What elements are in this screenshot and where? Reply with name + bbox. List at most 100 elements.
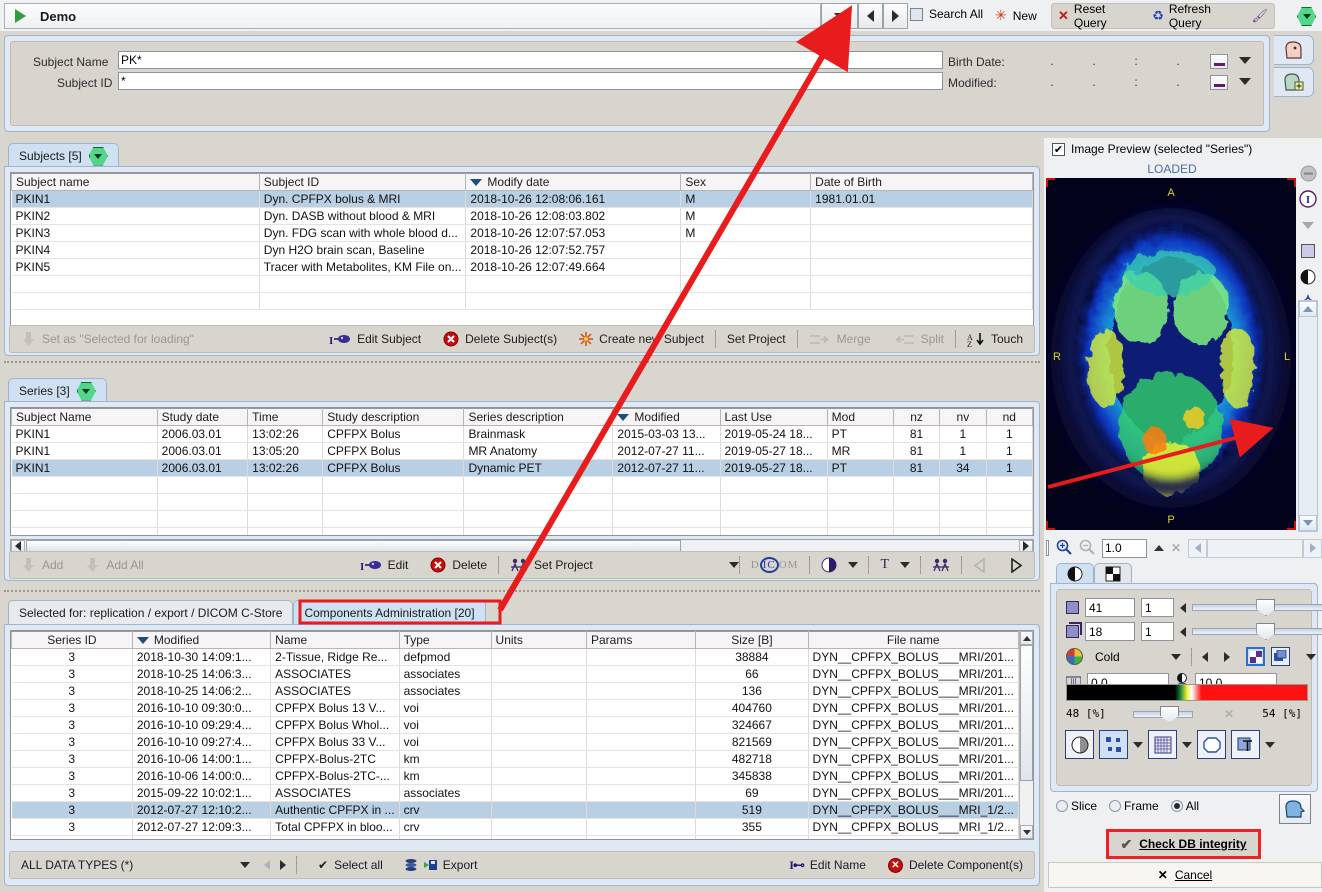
green-hex-dropdown-icon[interactable] bbox=[76, 381, 96, 401]
table-row[interactable]: PKIN3 Dyn. FDG scan with whole blood d...… bbox=[11, 224, 1033, 242]
create-new-subject-button[interactable]: Create new Subject bbox=[568, 332, 715, 346]
palette-name[interactable]: Cold bbox=[1089, 650, 1165, 664]
column-header-modified[interactable]: Modified bbox=[612, 408, 721, 426]
search-all-checkbox[interactable]: Search All bbox=[910, 7, 983, 21]
palette-prev-icon[interactable] bbox=[1202, 651, 1208, 662]
chevron-down-icon[interactable] bbox=[240, 862, 250, 868]
slice-slider[interactable] bbox=[1192, 599, 1322, 616]
column-header-params[interactable]: Params bbox=[585, 631, 697, 649]
green-hex-dropdown-icon[interactable] bbox=[88, 146, 108, 166]
slice-decrement-icon[interactable] bbox=[1180, 602, 1186, 613]
check-db-integrity-button[interactable]: ✔ Check DB integrity bbox=[1106, 829, 1261, 859]
column-header-date-of-birth[interactable]: Date of Birth bbox=[810, 173, 1033, 191]
column-header-time[interactable]: Time bbox=[247, 408, 324, 426]
column-header-subject-id[interactable]: Subject ID bbox=[258, 173, 467, 191]
column-header-last-use[interactable]: Last Use bbox=[719, 408, 828, 426]
table-row[interactable]: PKIN4 Dyn H2O brain scan, Baseline 2018-10… bbox=[11, 241, 1033, 259]
zoom-value-input[interactable] bbox=[1101, 538, 1147, 558]
text-button[interactable]: T bbox=[869, 557, 900, 573]
preview-vertical-scrollbar[interactable] bbox=[1298, 300, 1318, 532]
nav-prev-button[interactable] bbox=[858, 3, 883, 29]
column-header-modified[interactable]: Modified bbox=[131, 631, 272, 649]
color-scale-bar[interactable] bbox=[1066, 684, 1308, 701]
birth-date-calendar-button[interactable] bbox=[1210, 54, 1228, 69]
export-button[interactable]: Export bbox=[394, 857, 489, 873]
table-row[interactable]: 32012-07-27 11:38:0...image_1imagekBq/cm… bbox=[11, 835, 1020, 839]
frame-value-input[interactable] bbox=[1085, 622, 1135, 641]
cancel-button[interactable]: ✕ Cancel bbox=[1048, 862, 1322, 888]
page-next-button[interactable] bbox=[1303, 538, 1322, 558]
contrast-dropdown-icon[interactable] bbox=[848, 562, 859, 568]
refresh-query-label[interactable]: Refresh Query bbox=[1169, 2, 1242, 30]
components-vertical-scrollbar[interactable] bbox=[1019, 631, 1033, 839]
head-profile-tab[interactable] bbox=[1274, 35, 1314, 65]
modified-date-fields[interactable]: ..:.. bbox=[1041, 75, 1231, 89]
new-button[interactable]: ✳ New bbox=[995, 7, 1037, 24]
head-add-tab[interactable] bbox=[1274, 67, 1314, 97]
frame-slider[interactable] bbox=[1192, 623, 1322, 640]
column-header-units[interactable]: Units bbox=[490, 631, 587, 649]
tab-subjects[interactable]: Subjects [5] bbox=[8, 143, 119, 168]
brush-icon[interactable]: 🖌 bbox=[1251, 8, 1268, 24]
table-row[interactable]: 3 2015-09-22 10:02:1... ASSOCIATES associat… bbox=[11, 784, 1020, 802]
subjects-table-container[interactable]: Subject name Subject ID Modify date Sex Date… bbox=[10, 172, 1034, 350]
table-row[interactable]: PKIN1 2006.03.01 13:02:26 CPFPX Bolus Brainm… bbox=[11, 425, 1033, 443]
table-row[interactable]: 3 2012-07-27 12:10:2... Authentic CPFPX in… bbox=[11, 801, 1020, 819]
magnifier-plus-icon[interactable] bbox=[1056, 539, 1072, 558]
contrast-tab[interactable] bbox=[1056, 563, 1094, 584]
radio-frame[interactable]: Frame bbox=[1109, 799, 1159, 813]
page-next-button[interactable] bbox=[998, 557, 1034, 573]
page-field[interactable] bbox=[1207, 538, 1303, 558]
set-project-dropdown-icon[interactable] bbox=[728, 562, 739, 568]
edit-subject-button[interactable]: I Edit Subject bbox=[318, 332, 432, 346]
slice-value-input[interactable] bbox=[1085, 598, 1135, 617]
scroll-up-button[interactable] bbox=[1020, 631, 1033, 645]
scroll-thumb[interactable] bbox=[1020, 645, 1033, 781]
subject-id-input[interactable] bbox=[118, 72, 943, 90]
column-header-series-id[interactable]: Series ID bbox=[11, 631, 133, 649]
info-icon[interactable]: I bbox=[1296, 186, 1320, 212]
slice-step-input[interactable] bbox=[1141, 598, 1174, 617]
table-row[interactable]: 3 2016-10-10 09:27:4... CPFPX Bolus 33 V..… bbox=[11, 733, 1020, 751]
table-row[interactable]: PKIN1 2006.03.01 13:05:20 CPFPX Bolus MR Ana… bbox=[11, 442, 1033, 460]
table-row[interactable]: PKIN1 2006.03.01 13:02:26 CPFPX Bolus Dynami… bbox=[11, 459, 1033, 477]
birth-date-fields[interactable]: ..:.. bbox=[1041, 54, 1231, 68]
table-row[interactable]: PKIN2 Dyn. DASB without blood & MRI 2018-1… bbox=[11, 207, 1033, 225]
column-header-file-name[interactable]: File name bbox=[807, 631, 1020, 649]
tab-selected-for-replication[interactable]: Selected for: replication / export / DIC… bbox=[8, 600, 294, 625]
fusion-button[interactable] bbox=[1099, 730, 1128, 759]
minus-circle-icon[interactable] bbox=[1296, 160, 1320, 186]
database-menu-button[interactable] bbox=[1297, 7, 1316, 26]
table-row[interactable]: 3 2018-10-30 14:09:1... 2-Tissue, Ridge Re… bbox=[11, 648, 1020, 666]
set-project-button[interactable]: Set Project bbox=[716, 332, 797, 346]
scroll-up-button[interactable] bbox=[1299, 301, 1317, 317]
delete-subject-s-button[interactable]: Delete Subject(s) bbox=[432, 331, 568, 347]
threshold-slider[interactable] bbox=[1133, 705, 1193, 723]
palette-options-icon[interactable] bbox=[1306, 653, 1316, 660]
column-header-mod[interactable]: Mod bbox=[826, 408, 894, 426]
birth-date-dropdown-icon[interactable] bbox=[1239, 57, 1251, 64]
series-table-container[interactable]: Subject Name Study date Time Study descript… bbox=[10, 407, 1034, 536]
panel-divider-1[interactable] bbox=[4, 361, 1040, 363]
palette-copy-button[interactable] bbox=[1271, 647, 1290, 666]
table-row[interactable]: 3 2016-10-06 14:00:1... CPFPX-Bolus-2TC km 4… bbox=[11, 750, 1020, 768]
palette-dropdown-icon[interactable] bbox=[1171, 653, 1181, 660]
panel-divider-2[interactable] bbox=[4, 590, 1040, 592]
layout-tab[interactable] bbox=[1094, 563, 1132, 584]
scroll-down-button[interactable] bbox=[1020, 825, 1033, 839]
annotation-button[interactable] bbox=[1231, 730, 1260, 759]
reset-query-label[interactable]: Reset Query bbox=[1074, 2, 1137, 30]
square-checkbox-icon[interactable] bbox=[1046, 540, 1049, 556]
subject-name-input[interactable] bbox=[118, 51, 943, 69]
contrast-button[interactable] bbox=[810, 557, 848, 573]
column-header-nz[interactable]: nz bbox=[892, 408, 941, 426]
column-header-type[interactable]: Type bbox=[398, 631, 492, 649]
column-header-study-date[interactable]: Study date bbox=[156, 408, 249, 426]
series-table[interactable]: Subject Name Study date Time Study descript… bbox=[11, 408, 1033, 535]
contour-button[interactable] bbox=[1197, 730, 1226, 759]
radio-all[interactable]: All bbox=[1170, 799, 1199, 813]
table-row[interactable]: 3 2012-07-27 12:09:3... Total CPFPX in blo… bbox=[11, 818, 1020, 836]
tab-components-administration[interactable]: Components Administration [20] bbox=[293, 600, 486, 625]
head-view-button[interactable] bbox=[1279, 794, 1311, 824]
delete-button[interactable]: Delete bbox=[419, 557, 498, 573]
